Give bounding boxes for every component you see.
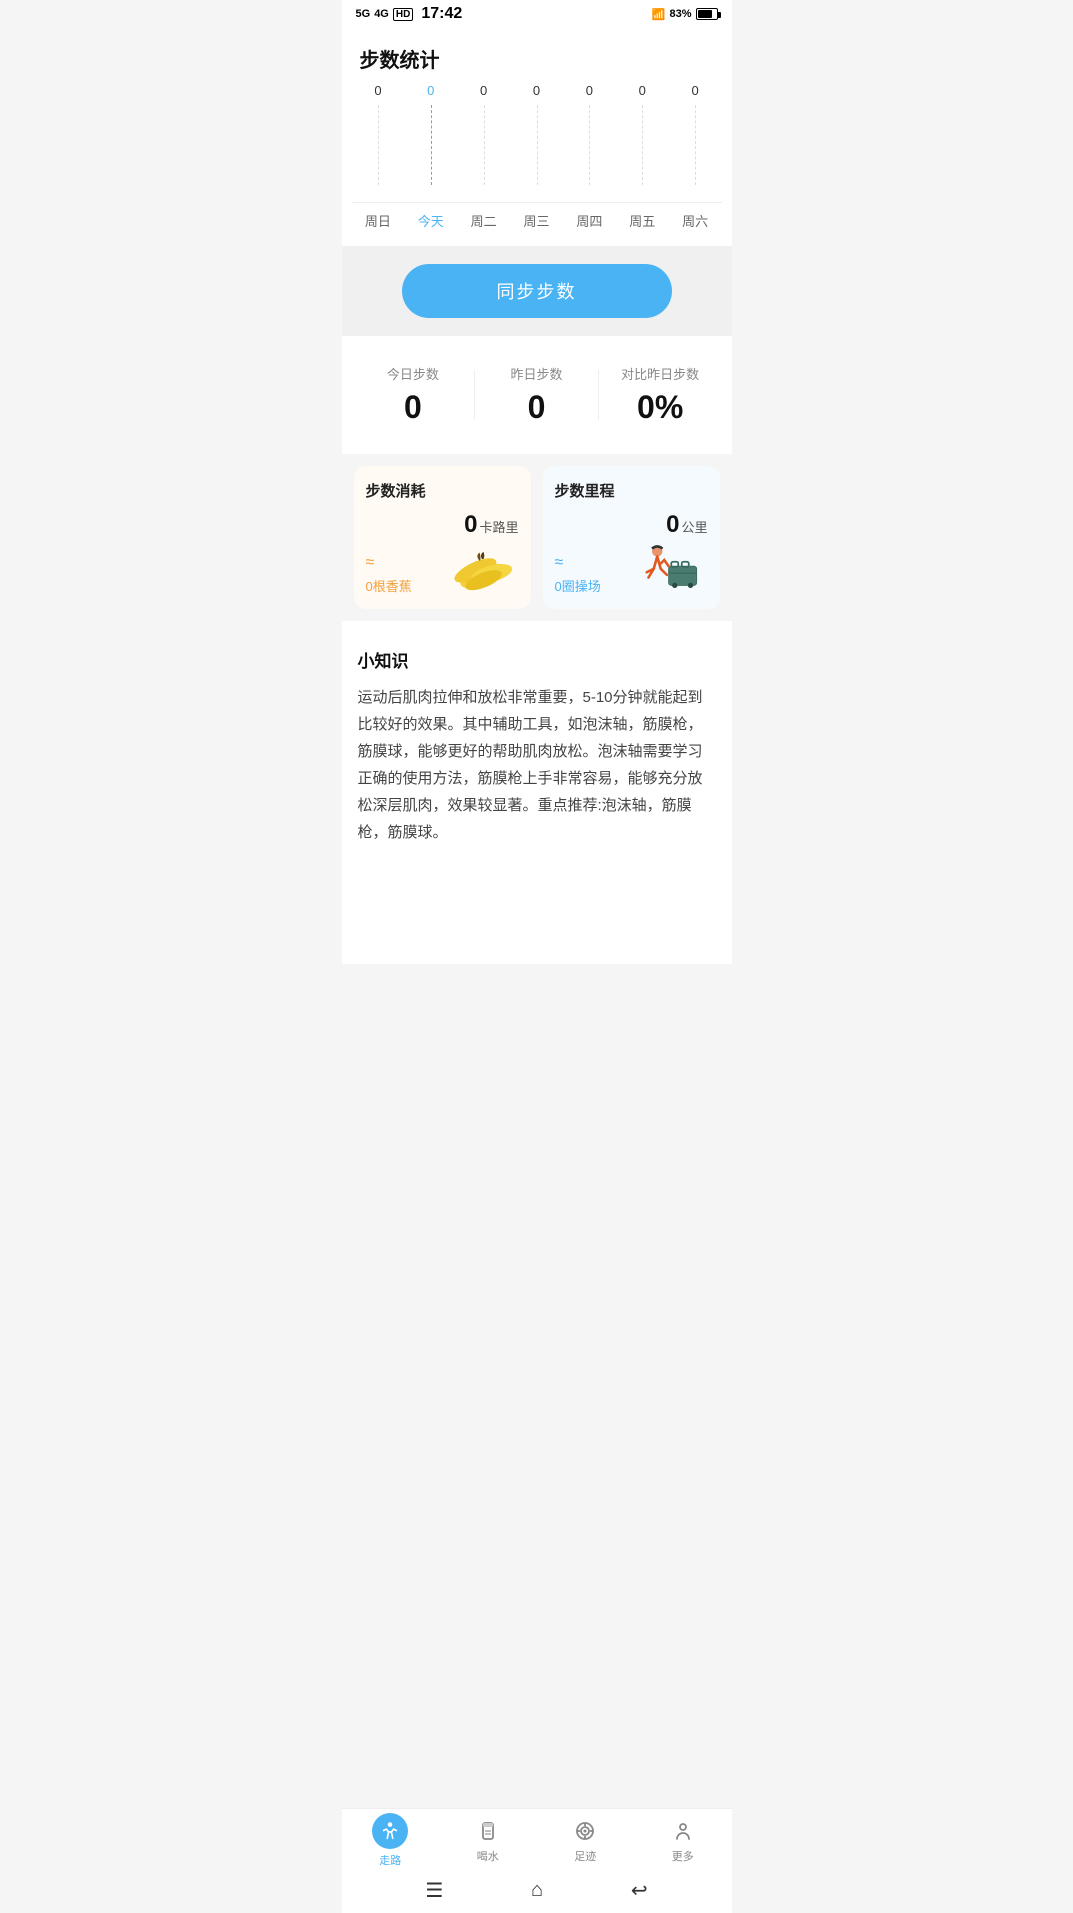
bar-dashed-1 bbox=[431, 105, 432, 185]
stat-compare: 对比昨日步数 0% bbox=[599, 364, 722, 426]
nav-label-water: 喝水 bbox=[477, 1848, 499, 1864]
wifi-icon: 📶 bbox=[652, 8, 666, 21]
chart-section: 0 0 0 0 0 bbox=[342, 83, 732, 246]
calories-equiv: 0根香蕉 bbox=[366, 576, 412, 595]
footprint-icon bbox=[571, 1817, 599, 1845]
signal-4g: 4G bbox=[374, 8, 389, 20]
main-content: 步数统计 0 0 0 0 bbox=[342, 28, 732, 964]
chart-col-3: 0 bbox=[510, 83, 563, 202]
nav-label-walk: 走路 bbox=[379, 1852, 401, 1868]
stats-row: 今日步数 0 昨日步数 0 对比昨日步数 0% bbox=[342, 344, 732, 446]
status-bar: 5G 4G HD 17:42 📶 83% bbox=[342, 0, 732, 28]
sync-button[interactable]: 同步步数 bbox=[402, 264, 672, 318]
calories-card: 步数消耗 0 卡路里 ≈ 0根香蕉 bbox=[354, 466, 531, 609]
chart-col-6: 0 bbox=[669, 83, 722, 202]
distance-value: 0 bbox=[666, 511, 679, 539]
chart-label-2: 周二 bbox=[457, 211, 510, 230]
bottom-nav: 走路 喝水 bbox=[342, 1808, 732, 1913]
calories-bottom: ≈ 0根香蕉 bbox=[366, 545, 519, 595]
chart-col-2: 0 bbox=[457, 83, 510, 202]
bar-dashed-3 bbox=[537, 105, 538, 185]
water-icon bbox=[474, 1817, 502, 1845]
nav-item-more[interactable]: 更多 bbox=[634, 1817, 732, 1868]
nav-item-water[interactable]: 喝水 bbox=[439, 1817, 537, 1868]
bar-value-4: 0 bbox=[586, 83, 593, 98]
stat-today-value: 0 bbox=[404, 389, 422, 426]
cards-section: 步数消耗 0 卡路里 ≈ 0根香蕉 bbox=[342, 454, 732, 621]
home-btn[interactable]: ⌂ bbox=[531, 1879, 543, 1902]
bar-dashed-4 bbox=[589, 105, 590, 185]
system-bar: ☰ ⌂ ↩ bbox=[342, 1872, 732, 1913]
bar-dashed-0 bbox=[378, 105, 379, 185]
chart-col-4: 0 bbox=[563, 83, 616, 202]
distance-value-row: 0 公里 bbox=[555, 511, 708, 539]
nav-items: 走路 喝水 bbox=[342, 1809, 732, 1872]
distance-card: 步数里程 0 公里 ≈ 0圈操场 bbox=[543, 466, 720, 609]
chart-label-6: 周六 bbox=[669, 211, 722, 230]
knowledge-text: 运动后肌肉拉伸和放松非常重要，5-10分钟就能起到比较好的效果。其中辅助工具，如… bbox=[358, 684, 716, 846]
back-btn[interactable]: ↩ bbox=[631, 1878, 648, 1903]
banana-image bbox=[449, 545, 519, 595]
stat-compare-value: 0% bbox=[637, 389, 683, 426]
chart-label-0: 周日 bbox=[352, 211, 405, 230]
walk-icon bbox=[372, 1813, 408, 1849]
bar-value-2: 0 bbox=[480, 83, 487, 98]
chart-label-1: 今天 bbox=[404, 211, 457, 230]
distance-equiv: 0圈操场 bbox=[555, 576, 601, 595]
stat-yesterday-label: 昨日步数 bbox=[511, 364, 563, 383]
nav-item-walk[interactable]: 走路 bbox=[342, 1817, 440, 1868]
hd-icon: HD bbox=[393, 8, 413, 21]
chart-bars: 0 0 0 0 0 bbox=[352, 83, 722, 203]
bar-dashed-2 bbox=[484, 105, 485, 185]
stat-yesterday: 昨日步数 0 bbox=[475, 364, 598, 426]
chart-col-5: 0 bbox=[616, 83, 669, 202]
bar-value-3: 0 bbox=[533, 83, 540, 98]
sport-image bbox=[638, 545, 708, 595]
nav-label-footprint: 足迹 bbox=[574, 1848, 596, 1864]
stat-compare-label: 对比昨日步数 bbox=[621, 364, 699, 383]
chart-label-3: 周三 bbox=[510, 211, 563, 230]
time-display: 17:42 bbox=[421, 5, 462, 23]
status-right: 📶 83% bbox=[652, 8, 718, 21]
chart-label-5: 周五 bbox=[616, 211, 669, 230]
nav-item-footprint[interactable]: 足迹 bbox=[537, 1817, 635, 1868]
calories-card-title: 步数消耗 bbox=[366, 480, 519, 501]
chart-labels: 周日 今天 周二 周三 周四 周五 周六 bbox=[352, 211, 722, 230]
bar-value-0: 0 bbox=[374, 83, 381, 98]
nav-label-more: 更多 bbox=[672, 1848, 694, 1864]
battery-percent: 83% bbox=[669, 8, 691, 20]
chart-col-1: 0 bbox=[404, 83, 457, 202]
stat-yesterday-value: 0 bbox=[528, 389, 546, 426]
battery-icon bbox=[696, 8, 718, 20]
calories-approx-icon: ≈ bbox=[366, 554, 412, 572]
distance-unit: 公里 bbox=[681, 517, 707, 536]
bar-value-6: 0 bbox=[691, 83, 698, 98]
page-title-section: 步数统计 bbox=[342, 28, 732, 83]
chart-col-0: 0 bbox=[352, 83, 405, 202]
knowledge-section: 小知识 运动后肌肉拉伸和放松非常重要，5-10分钟就能起到比较好的效果。其中辅助… bbox=[342, 629, 732, 864]
stat-today: 今日步数 0 bbox=[352, 364, 475, 426]
more-icon bbox=[669, 1817, 697, 1845]
stat-today-label: 今日步数 bbox=[387, 364, 439, 383]
distance-bottom: ≈ 0圈操场 bbox=[555, 545, 708, 595]
bar-value-5: 0 bbox=[639, 83, 646, 98]
bar-value-1: 0 bbox=[427, 83, 434, 98]
distance-card-title: 步数里程 bbox=[555, 480, 708, 501]
menu-btn[interactable]: ☰ bbox=[425, 1878, 443, 1903]
chart-label-4: 周四 bbox=[563, 211, 616, 230]
sync-section: 同步步数 bbox=[342, 246, 732, 336]
distance-approx-icon: ≈ bbox=[555, 554, 601, 572]
calories-value-row: 0 卡路里 bbox=[366, 511, 519, 539]
knowledge-title: 小知识 bbox=[358, 647, 716, 672]
calories-value: 0 bbox=[464, 511, 477, 539]
signal-5g: 5G bbox=[356, 8, 371, 20]
calories-unit: 卡路里 bbox=[479, 517, 518, 536]
page-title: 步数统计 bbox=[360, 44, 714, 73]
status-left: 5G 4G HD 17:42 bbox=[356, 5, 463, 23]
bar-dashed-6 bbox=[695, 105, 696, 185]
bar-dashed-5 bbox=[642, 105, 643, 185]
